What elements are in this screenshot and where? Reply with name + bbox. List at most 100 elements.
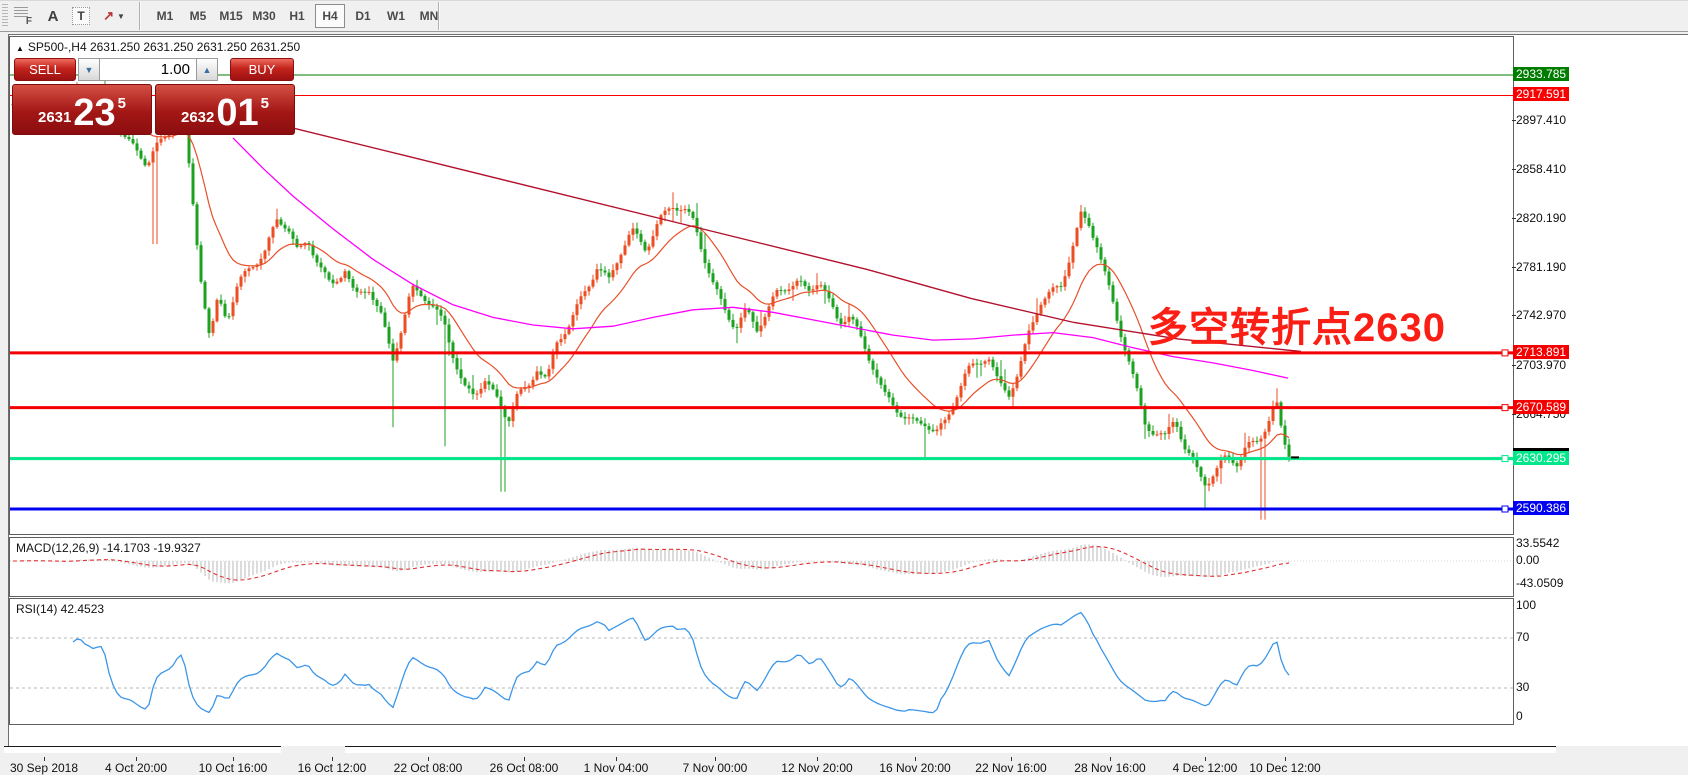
axis-label: 100 [1516, 598, 1537, 612]
rsi-line [72, 611, 1290, 714]
time-axis-label: 4 Dec 12:00 [1172, 761, 1238, 775]
macd-signal-line [13, 546, 1290, 581]
time-axis-label: 12 Nov 20:00 [781, 761, 853, 775]
time-tick [1110, 757, 1111, 761]
volume-increase-button[interactable]: ▲ [196, 58, 218, 81]
arrows-shape-icon: ↗ [103, 8, 114, 23]
ask-prefix: 2632 [181, 109, 215, 126]
price-badge: 2917.591 [1513, 87, 1569, 101]
toolbar-separator [438, 2, 440, 30]
shapes-tool-button[interactable]: ↗ ▼ [96, 4, 132, 28]
time-tick [817, 757, 818, 761]
hline-handle[interactable] [1501, 455, 1509, 463]
timeframe-button-M15[interactable]: M15 [216, 4, 246, 28]
bid-sup: 5 [117, 95, 126, 112]
sell-button[interactable]: SELL [14, 58, 76, 81]
grid-f-icon: F [14, 7, 32, 27]
time-axis-label: 16 Oct 12:00 [297, 761, 367, 775]
time-axis-label: 22 Nov 16:00 [975, 761, 1047, 775]
ask-sup: 5 [260, 95, 269, 112]
time-axis-label: 26 Oct 08:00 [489, 761, 559, 775]
price-badge: 2933.785 [1513, 67, 1569, 81]
axis-label: 2897.410 [1516, 113, 1567, 127]
ma-fast-line [28, 95, 1290, 456]
axis-label: 30 [1516, 680, 1530, 694]
one-click-trade-panel: SELL ▼ ▲ BUY 2631235 2632015 [12, 58, 297, 136]
axis-label: 0 [1516, 709, 1523, 723]
time-axis-label: 30 Sep 2018 [9, 761, 79, 775]
bid-big: 23 [73, 92, 116, 134]
chart-window: ▲ SP500-,H4 2631.250 2631.250 2631.250 26… [8, 34, 1688, 746]
time-axis-label: 10 Oct 16:00 [198, 761, 268, 775]
time-tick [233, 757, 234, 761]
hline-handle[interactable] [1501, 349, 1509, 357]
timeframe-button-M30[interactable]: M30 [249, 4, 279, 28]
buy-price-tile[interactable]: 2632 01 5 [155, 84, 295, 135]
price-badge: 2670.589 [1513, 400, 1569, 414]
time-tick [715, 757, 716, 761]
time-tick [1011, 757, 1012, 761]
time-tick [44, 757, 45, 761]
axis-tick [1512, 267, 1516, 268]
time-tick [428, 757, 429, 761]
timeframe-button-H1[interactable]: H1 [282, 4, 312, 28]
collapse-triangle-icon: ▲ [16, 44, 24, 53]
time-axis-label: 4 Oct 20:00 [104, 761, 168, 775]
time-tick [616, 757, 617, 761]
text-label-icon: A [47, 7, 59, 25]
sell-price-tile[interactable]: 2631 23 5 [12, 84, 152, 135]
time-axis-label: 10 Dec 12:00 [1249, 761, 1321, 775]
time-tick [332, 757, 333, 761]
volume-decrease-button[interactable]: ▼ [78, 58, 100, 81]
dropdown-caret-icon: ▼ [116, 11, 125, 21]
bid-prefix: 2631 [38, 109, 72, 126]
price-badge: 2630.295 [1513, 451, 1569, 465]
axis-label: 33.5542 [1516, 536, 1560, 550]
axis-tick [1512, 169, 1516, 170]
buy-button[interactable]: BUY [230, 58, 294, 81]
price-badge: 2590.386 [1513, 501, 1569, 515]
label-tool-button[interactable]: A [40, 4, 66, 28]
time-axis-label: 28 Nov 16:00 [1074, 761, 1146, 775]
last-price-tick [1291, 456, 1299, 459]
timeframe-button-M1[interactable]: M1 [150, 4, 180, 28]
axis-label: 70 [1516, 630, 1530, 644]
time-axis-label: 7 Nov 00:00 [682, 761, 748, 775]
axis-tick [1512, 414, 1516, 415]
axis-label: 2781.190 [1516, 260, 1567, 274]
text-tool-icon: T [72, 7, 90, 25]
toolbar-drag-handle[interactable] [2, 4, 8, 28]
timeframe-button-D1[interactable]: D1 [348, 4, 378, 28]
timeframe-button-H4[interactable]: H4 [315, 4, 345, 28]
time-axis-label: 22 Oct 08:00 [393, 761, 463, 775]
chart-annotation-text: 多空转折点2630 [1148, 306, 1446, 350]
macd-label: MACD(12,26,9) -14.1703 -19.9327 [16, 541, 201, 555]
axis-tick [1512, 218, 1516, 219]
price-chart-canvas[interactable]: ▲ SP500-,H4 2631.250 2631.250 2631.250 26… [9, 36, 1514, 535]
axis-label: -43.0509 [1516, 576, 1564, 590]
axis-label: 2820.190 [1516, 211, 1567, 225]
hline-handle[interactable] [1501, 404, 1509, 412]
crosshair-tool-button[interactable]: F [10, 4, 36, 28]
rsi-indicator-pane[interactable]: RSI(14) 42.4523 [9, 598, 1514, 725]
ma_mid-line [232, 137, 1289, 379]
axis-label: 2742.970 [1516, 308, 1567, 322]
price-badge: 2713.891 [1513, 345, 1569, 359]
toolbar-separator [139, 2, 141, 30]
rsi-label: RSI(14) 42.4523 [16, 602, 105, 616]
timeframe-button-W1[interactable]: W1 [381, 4, 411, 28]
docked-window-edge [345, 746, 1556, 753]
text-tool-button[interactable]: T [68, 4, 94, 28]
macd-indicator-pane[interactable]: MACD(12,26,9) -14.1703 -19.9327 [9, 537, 1514, 597]
hline-handle[interactable] [1501, 505, 1509, 513]
time-axis-label: 16 Nov 20:00 [879, 761, 951, 775]
axis-label: 2858.410 [1516, 162, 1567, 176]
axis-tick [1512, 315, 1516, 316]
timeframe-button-M5[interactable]: M5 [183, 4, 213, 28]
time-tick [1285, 757, 1286, 761]
metatrader-window: { "toolbar": { "tools": { "grid_f": "F",… [0, 0, 1688, 775]
docked-window-edge [4, 746, 281, 753]
axis-tick [1512, 120, 1516, 121]
time-axis-label: 1 Nov 04:00 [583, 761, 649, 775]
volume-input[interactable] [100, 58, 196, 81]
